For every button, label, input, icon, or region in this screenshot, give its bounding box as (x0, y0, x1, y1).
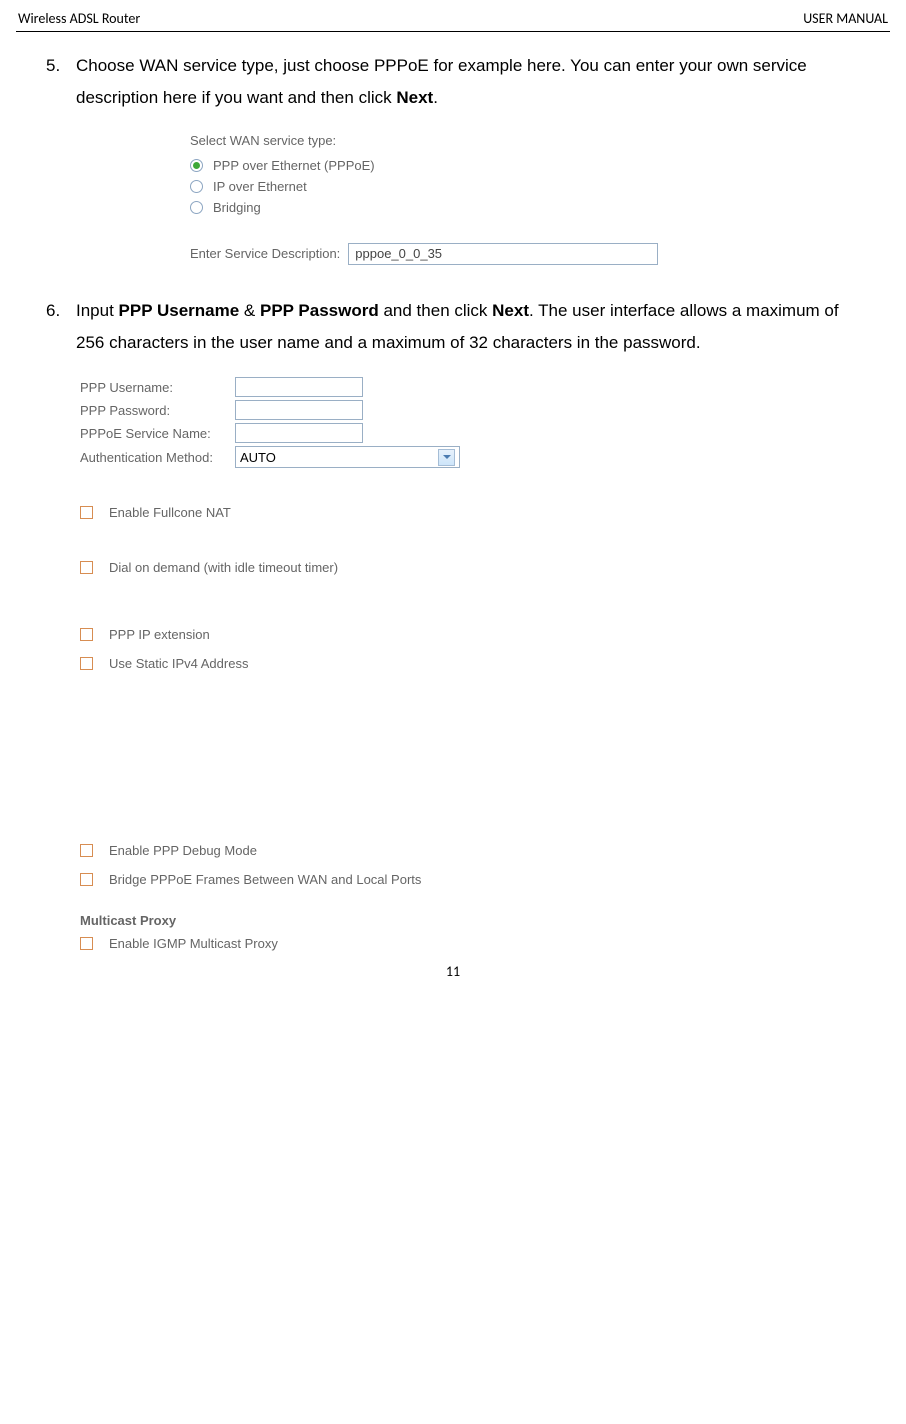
radio-pppoe[interactable] (190, 159, 203, 172)
chevron-down-icon[interactable] (438, 449, 455, 466)
fullcone-nat-checkbox[interactable] (80, 506, 93, 519)
bridge-pppoe-checkbox[interactable] (80, 873, 93, 886)
radio-pppoe-label: PPP over Ethernet (PPPoE) (213, 158, 375, 173)
wan-service-figure: Select WAN service type: PPP over Ethern… (190, 133, 866, 265)
pppoe-service-row: PPPoE Service Name: (80, 423, 866, 443)
wan-type-label: Select WAN service type: (190, 133, 866, 148)
igmp-proxy-checkbox[interactable] (80, 937, 93, 950)
page-header: Wireless ADSL Router USER MANUAL (0, 0, 906, 31)
service-description-input[interactable] (348, 243, 658, 265)
step-5-body: Choose WAN service type, just choose PPP… (76, 50, 866, 115)
ppp-debug-label: Enable PPP Debug Mode (109, 843, 257, 858)
dial-on-demand-row[interactable]: Dial on demand (with idle timeout timer) (80, 560, 866, 575)
ppp-debug-row[interactable]: Enable PPP Debug Mode (80, 843, 866, 858)
static-ipv4-row[interactable]: Use Static IPv4 Address (80, 656, 866, 671)
fullcone-nat-row[interactable]: Enable Fullcone NAT (80, 505, 866, 520)
dial-on-demand-checkbox[interactable] (80, 561, 93, 574)
fullcone-nat-label: Enable Fullcone NAT (109, 505, 231, 520)
auth-method-row: Authentication Method: AUTO (80, 446, 866, 468)
bridge-pppoe-label: Bridge PPPoE Frames Between WAN and Loca… (109, 872, 421, 887)
static-ipv4-checkbox[interactable] (80, 657, 93, 670)
pppoe-service-label: PPPoE Service Name: (80, 426, 235, 441)
igmp-proxy-row[interactable]: Enable IGMP Multicast Proxy (80, 936, 866, 951)
radio-bridging-row[interactable]: Bridging (190, 200, 866, 215)
dial-on-demand-label: Dial on demand (with idle timeout timer) (109, 560, 338, 575)
service-description-row: Enter Service Description: (190, 243, 866, 265)
header-left: Wireless ADSL Router (18, 10, 140, 27)
ppp-username-input[interactable] (235, 377, 363, 397)
ppp-ip-ext-row[interactable]: PPP IP extension (80, 627, 866, 642)
step-5-number: 5. (40, 50, 76, 115)
igmp-proxy-label: Enable IGMP Multicast Proxy (109, 936, 278, 951)
page-number: 11 (0, 963, 906, 988)
ppp-debug-checkbox[interactable] (80, 844, 93, 857)
multicast-proxy-heading: Multicast Proxy (80, 913, 866, 928)
bridge-pppoe-row[interactable]: Bridge PPPoE Frames Between WAN and Loca… (80, 872, 866, 887)
static-ipv4-label: Use Static IPv4 Address (109, 656, 248, 671)
radio-bridging[interactable] (190, 201, 203, 214)
step-5: 5. Choose WAN service type, just choose … (40, 50, 866, 115)
radio-pppoe-row[interactable]: PPP over Ethernet (PPPoE) (190, 158, 866, 173)
ppp-settings-figure: PPP Username: PPP Password: PPPoE Servic… (80, 377, 866, 951)
step-6-body: Input PPP Username & PPP Password and th… (76, 295, 866, 360)
step-6: 6. Input PPP Username & PPP Password and… (40, 295, 866, 360)
ppp-password-input[interactable] (235, 400, 363, 420)
ppp-username-row: PPP Username: (80, 377, 866, 397)
service-description-label: Enter Service Description: (190, 246, 340, 261)
auth-method-label: Authentication Method: (80, 450, 235, 465)
radio-ipoe[interactable] (190, 180, 203, 193)
auth-method-value: AUTO (240, 450, 276, 465)
header-rule (16, 31, 890, 32)
radio-bridging-label: Bridging (213, 200, 261, 215)
ppp-ip-ext-label: PPP IP extension (109, 627, 210, 642)
pppoe-service-input[interactable] (235, 423, 363, 443)
radio-ipoe-row[interactable]: IP over Ethernet (190, 179, 866, 194)
auth-method-select[interactable]: AUTO (235, 446, 460, 468)
step-6-number: 6. (40, 295, 76, 360)
ppp-username-label: PPP Username: (80, 380, 235, 395)
radio-ipoe-label: IP over Ethernet (213, 179, 307, 194)
ppp-ip-ext-checkbox[interactable] (80, 628, 93, 641)
ppp-password-row: PPP Password: (80, 400, 866, 420)
header-right: USER MANUAL (803, 10, 888, 27)
ppp-password-label: PPP Password: (80, 403, 235, 418)
